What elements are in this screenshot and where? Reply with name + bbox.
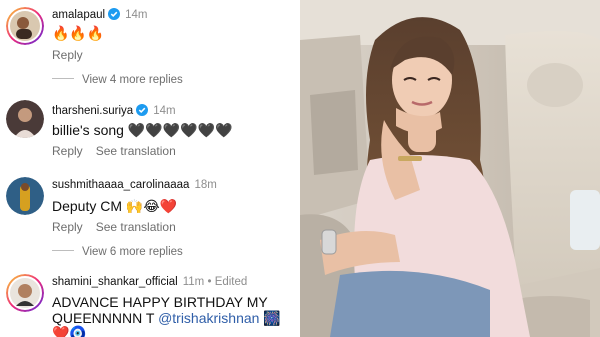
- comments-panel: amalapaul 14m 🔥🔥🔥 Reply View 4 more repli…: [0, 0, 300, 337]
- replies-divider: [52, 78, 74, 79]
- comment-meta: shamini_shankar_official 11m • Edited: [52, 276, 247, 288]
- edited-label: • Edited: [207, 276, 248, 288]
- see-translation-button[interactable]: See translation: [96, 220, 176, 234]
- see-translation-button[interactable]: See translation: [96, 144, 176, 158]
- avatar[interactable]: [6, 274, 44, 312]
- verified-icon: [136, 104, 149, 119]
- comment-text: 🎆: [259, 310, 281, 326]
- avatar[interactable]: [6, 100, 44, 138]
- more-replies-label: View 6 more replies: [82, 246, 183, 258]
- verified-icon: [108, 8, 121, 23]
- replies-divider: [52, 250, 74, 251]
- view-more-replies-button[interactable]: View 6 more replies: [52, 246, 183, 258]
- avatar[interactable]: [6, 177, 44, 215]
- post-photo: [300, 0, 600, 337]
- comment-actions: Reply See translation: [52, 220, 189, 234]
- timestamp: 11m: [182, 276, 205, 288]
- comment-actions: Reply: [52, 48, 96, 62]
- username[interactable]: amalapaul: [52, 9, 105, 21]
- avatar[interactable]: [6, 7, 44, 45]
- reply-button[interactable]: Reply: [52, 144, 83, 158]
- comment-text-line: ❤️🧿: [52, 325, 87, 337]
- timestamp: 14m: [125, 9, 148, 21]
- comment-text: billie's song 🖤🖤🖤🖤🖤🖤: [52, 122, 233, 138]
- comment-text: 🔥🔥🔥: [52, 25, 105, 41]
- comment-actions: Reply See translation: [52, 144, 189, 158]
- comment-text: QUEENNNNN T: [52, 310, 159, 326]
- reply-button[interactable]: Reply: [52, 48, 83, 62]
- comment-meta: sushmithaaaa_carolinaaaa 18m: [52, 179, 217, 191]
- more-replies-label: View 4 more replies: [82, 74, 183, 86]
- comment-text: Deputy CM 🙌😂❤️: [52, 198, 178, 214]
- username[interactable]: shamini_shankar_official: [52, 276, 178, 288]
- comment-meta: amalapaul 14m: [52, 8, 147, 23]
- username[interactable]: tharsheni.suriya: [52, 105, 133, 117]
- comment-meta: tharsheni.suriya 14m: [52, 104, 176, 119]
- timestamp: 18m: [194, 179, 217, 191]
- username[interactable]: sushmithaaaa_carolinaaaa: [52, 179, 189, 191]
- comment-text-line: ADVANCE HAPPY BIRTHDAY MY: [52, 294, 268, 310]
- view-more-replies-button[interactable]: View 4 more replies: [52, 74, 183, 86]
- reply-button[interactable]: Reply: [52, 220, 83, 234]
- mention-link[interactable]: @trishakrishnan: [158, 310, 259, 326]
- timestamp: 14m: [153, 105, 176, 117]
